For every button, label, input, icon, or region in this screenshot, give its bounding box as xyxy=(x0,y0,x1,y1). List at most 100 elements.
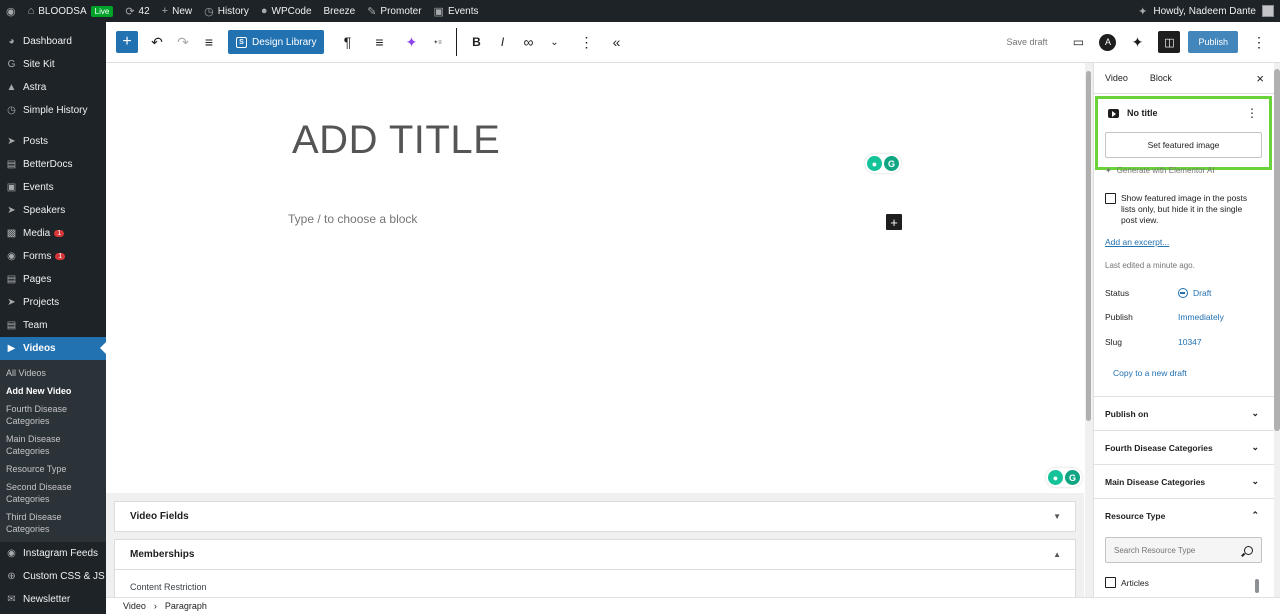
scroll-thumb[interactable] xyxy=(1086,71,1091,421)
menu-projects[interactable]: ➤ Projects xyxy=(0,291,106,314)
ai-assistant-button[interactable]: ✦ xyxy=(1124,31,1150,53)
settings-toggle-button[interactable]: ◫ xyxy=(1158,31,1181,53)
status-value-button[interactable]: Draft xyxy=(1178,288,1211,298)
wp-logo[interactable]: ◉ xyxy=(0,0,22,22)
draft-icon xyxy=(1178,288,1188,298)
add-excerpt-link[interactable]: Add an excerpt... xyxy=(1105,237,1169,247)
preview-button[interactable]: ▭ xyxy=(1065,31,1091,53)
italic-button[interactable]: I xyxy=(489,22,515,63)
stackable-icon: S xyxy=(236,36,247,48)
terms-scrollbar[interactable] xyxy=(1255,573,1259,595)
collapse-toolbar-button[interactable]: « xyxy=(603,22,629,63)
resource-type-search-input[interactable]: Search Resource Type xyxy=(1105,537,1262,563)
menu-forms[interactable]: ◉ Forms 1 xyxy=(0,245,106,268)
menu-events[interactable]: ▣ Events xyxy=(0,176,106,199)
menu-pages[interactable]: ▤ Pages xyxy=(0,268,106,291)
generate-ai-link[interactable]: ✦ Generate with Elementor AI xyxy=(1105,166,1215,175)
canvas-scrollbar[interactable] xyxy=(1085,63,1093,597)
block-placeholder[interactable]: Type / to choose a block xyxy=(288,212,417,226)
undo-button[interactable]: ↶ xyxy=(144,22,170,63)
tab-block[interactable]: Block xyxy=(1150,73,1172,83)
history-link[interactable]: ◷ History xyxy=(198,0,255,22)
submenu-second-disease[interactable]: Second Disease Categories xyxy=(0,478,106,508)
triangle-up-icon: ▲ xyxy=(1053,550,1061,559)
panel-publish-on[interactable]: Publish on ⌄ xyxy=(1094,396,1280,430)
menu-site-kit[interactable]: G Site Kit xyxy=(0,53,106,76)
ai-tool-button[interactable]: ✦≡ xyxy=(424,22,450,63)
submenu-add-new-video[interactable]: Add New Video xyxy=(0,382,106,400)
new-content-link[interactable]: + New xyxy=(156,0,198,22)
set-featured-image-button[interactable]: Set featured image xyxy=(1105,132,1262,158)
menu-betterdocs[interactable]: ▤ BetterDocs xyxy=(0,153,106,176)
search-placeholder: Search Resource Type xyxy=(1114,545,1196,555)
status-value: Draft xyxy=(1193,288,1212,298)
menu-videos[interactable]: ▶ Videos xyxy=(0,337,106,360)
updates-link[interactable]: ⟳ 42 xyxy=(119,0,155,22)
wpcode-link[interactable]: ● WPCode xyxy=(255,0,318,22)
menu-media[interactable]: ▩ Media 1 xyxy=(0,222,106,245)
save-draft-button[interactable]: Save draft xyxy=(1006,37,1047,47)
menu-speakers[interactable]: ➤ Speakers xyxy=(0,199,106,222)
post-title-input[interactable]: ADD TITLE xyxy=(292,118,500,163)
panel-fourth-disease[interactable]: Fourth Disease Categories ⌄ xyxy=(1094,430,1280,464)
close-settings-button[interactable]: × xyxy=(1256,71,1264,86)
menu-instagram[interactable]: ◉ Instagram Feeds xyxy=(0,542,106,565)
submenu-third-disease[interactable]: Third Disease Categories xyxy=(0,508,106,538)
video-fields-header[interactable]: Video Fields ▼ xyxy=(115,502,1075,531)
settings-scrollbar[interactable] xyxy=(1274,63,1280,597)
menu-team[interactable]: ▤ Team xyxy=(0,314,106,337)
howdy-label[interactable]: Howdy, Nadeem Dante xyxy=(1153,6,1256,17)
featured-only-checkbox[interactable] xyxy=(1105,193,1116,204)
articles-checkbox[interactable] xyxy=(1105,577,1116,588)
panel-main-disease[interactable]: Main Disease Categories ⌄ xyxy=(1094,464,1280,498)
block-inserter-button[interactable]: + xyxy=(116,31,138,53)
grammarly-widget[interactable]: ● G xyxy=(865,154,901,173)
menu-posts[interactable]: ➤ Posts xyxy=(0,130,106,153)
promoter-link[interactable]: ✎ Promoter xyxy=(361,0,427,22)
toolbar-divider xyxy=(456,28,458,56)
avatar[interactable] xyxy=(1262,5,1274,17)
site-name-link[interactable]: ⌂ BLOODSA Live xyxy=(22,0,120,22)
scroll-thumb[interactable] xyxy=(1255,579,1259,593)
options-button[interactable]: ⋮ xyxy=(1246,31,1272,53)
memberships-header[interactable]: Memberships ▲ xyxy=(115,540,1075,569)
more-rich-text-button[interactable]: ⌄ xyxy=(541,22,567,63)
publish-value-button[interactable]: Immediately xyxy=(1178,312,1224,322)
submenu-main-disease[interactable]: Main Disease Categories xyxy=(0,430,106,460)
scroll-thumb[interactable] xyxy=(1274,69,1280,431)
document-overview-button[interactable]: ≡ xyxy=(196,22,222,63)
chevron-down-icon: ⌄ xyxy=(1251,408,1259,418)
breadcrumb-video[interactable]: Video xyxy=(123,601,146,611)
submenu-resource-type[interactable]: Resource Type xyxy=(0,460,106,478)
inline-inserter-button[interactable]: + xyxy=(886,214,902,230)
design-library-button[interactable]: S Design Library xyxy=(228,30,325,54)
menu-newsletter[interactable]: ✉ Newsletter xyxy=(0,588,106,611)
publish-button[interactable]: Publish xyxy=(1188,31,1238,53)
redo-button[interactable]: ↷ xyxy=(170,22,196,63)
tab-video[interactable]: Video xyxy=(1105,73,1128,83)
grammarly-widget-bottom[interactable]: ● G xyxy=(1046,468,1082,487)
menu-custom-css[interactable]: ⊕ Custom CSS & JS xyxy=(0,565,106,588)
paragraph-block-button[interactable]: ¶ xyxy=(334,22,360,63)
align-button[interactable]: ≡ xyxy=(366,22,392,63)
menu-simple-history[interactable]: ◷ Simple History xyxy=(0,99,106,122)
copy-to-draft-button[interactable]: Copy to a new draft xyxy=(1113,368,1187,378)
events-link[interactable]: ▣ Events xyxy=(428,0,485,22)
submenu-all-videos[interactable]: All Videos xyxy=(0,364,106,382)
menu-label: Posts xyxy=(23,136,49,147)
sparkle-icon[interactable]: ✦ xyxy=(1138,5,1147,18)
menu-astra[interactable]: ▲ Astra xyxy=(0,76,106,99)
submenu-fourth-disease[interactable]: Fourth Disease Categories xyxy=(0,400,106,430)
link-button[interactable]: ∞ xyxy=(515,22,541,63)
breadcrumb-paragraph[interactable]: Paragraph xyxy=(165,601,207,611)
site-name: BLOODSA xyxy=(38,5,87,17)
post-actions-button[interactable]: ⋮ xyxy=(1246,106,1258,120)
slug-value-button[interactable]: 10347 xyxy=(1178,337,1202,347)
ai-sparkle-button[interactable]: ✦ xyxy=(398,22,424,63)
bold-button[interactable]: B xyxy=(463,22,489,63)
breeze-link[interactable]: Breeze xyxy=(318,0,362,22)
astra-settings-button[interactable]: A xyxy=(1099,33,1117,51)
block-options-button[interactable]: ⋮ xyxy=(573,22,599,63)
menu-dashboard[interactable]: ◕ Dashboard xyxy=(0,30,106,53)
panel-resource-type[interactable]: Resource Type ⌃ xyxy=(1094,498,1280,532)
